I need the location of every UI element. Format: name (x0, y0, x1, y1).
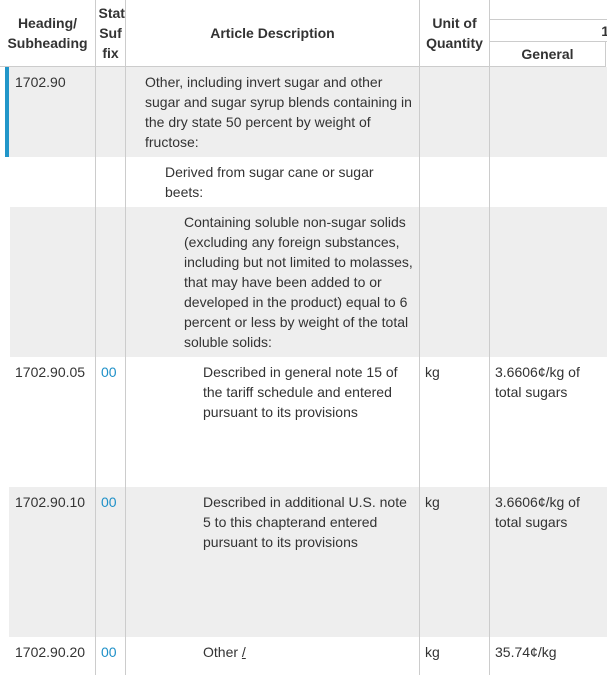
heading-code: 1702.90.20 (15, 644, 86, 660)
article-description: Described in general note 15 of the tari… (203, 364, 398, 420)
article-description: Described in additional U.S. note 5 to t… (203, 494, 407, 550)
table-row[interactable]: 1702.90.20 00 Other / kg 35.74¢/kg (0, 637, 607, 675)
header-heading: Heading/ Subheading (0, 0, 96, 67)
stat-suffix-link[interactable]: 00 (101, 637, 117, 662)
stat-suffix-link[interactable]: 00 (101, 357, 117, 382)
general-rate: 3.6606¢/kg of total sugars (495, 494, 580, 530)
article-description: Containing soluble non-sugar solids (exc… (184, 214, 413, 350)
header-stat-suffix: Stat Suf fix (96, 0, 126, 67)
general-rate: 35.74¢/kg (495, 644, 557, 660)
table-row[interactable]: 1702.90 Other, including invert sugar an… (0, 67, 607, 157)
table-row[interactable]: Derived from sugar cane or sugar beets: (0, 157, 607, 207)
heading-code: 1702.90 (15, 74, 66, 90)
table-row[interactable]: Containing soluble non-sugar solids (exc… (0, 207, 607, 357)
table-row[interactable]: 1702.90.05 00 Described in general note … (0, 357, 607, 487)
heading-code: 1702.90.10 (15, 494, 86, 510)
article-description: Other / (203, 644, 246, 660)
header-article-description: Article Description (126, 0, 420, 67)
header-general: General (490, 42, 606, 67)
general-rate: 3.6606¢/kg of total sugars (495, 364, 580, 400)
selected-row-indicator (5, 67, 9, 157)
article-description: Derived from sugar cane or sugar beets: (165, 164, 374, 200)
unit-of-quantity: kg (425, 494, 440, 510)
unit-of-quantity: kg (425, 364, 440, 380)
table-row[interactable]: 1702.90.10 00 Described in additional U.… (0, 487, 607, 637)
article-description: Other, including invert sugar and other … (145, 74, 412, 150)
footnote-link[interactable]: / (242, 644, 246, 660)
header-unit-of-quantity: Unit of Quantity (420, 0, 490, 67)
heading-code: 1702.90.05 (15, 364, 86, 380)
stat-suffix-link[interactable]: 00 (101, 487, 117, 512)
unit-of-quantity: kg (425, 644, 440, 660)
header-rates-group: 1 (601, 23, 607, 39)
